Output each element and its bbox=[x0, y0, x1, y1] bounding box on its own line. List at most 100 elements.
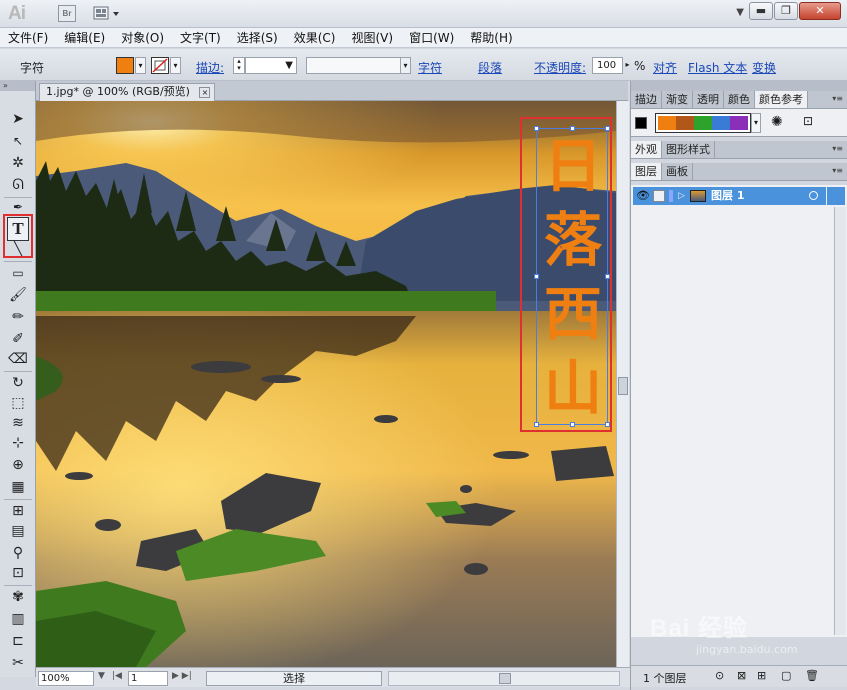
type-tool-highlight[interactable]: T ╲ bbox=[3, 214, 33, 258]
rotate-tool-icon[interactable]: ↻ bbox=[6, 373, 30, 393]
layers-scrollbar[interactable] bbox=[834, 207, 846, 635]
make-clipping-mask-icon[interactable]: ⊠ bbox=[737, 669, 746, 682]
scroll-thumb[interactable] bbox=[499, 673, 511, 684]
zoom-dropdown-icon[interactable]: ▼ bbox=[98, 671, 105, 681]
blob-brush-tool-icon[interactable]: ✐ bbox=[6, 329, 30, 349]
tab-color-guide[interactable]: 颜色参考 bbox=[755, 91, 808, 108]
perspective-grid-tool-icon[interactable]: ▦ bbox=[6, 477, 30, 497]
tab-transparency[interactable]: 透明 bbox=[693, 91, 724, 108]
fill-color-swatch[interactable] bbox=[116, 57, 134, 74]
harmony-color-chip[interactable] bbox=[730, 116, 748, 130]
tab-layers[interactable]: 图层 bbox=[631, 163, 662, 180]
resize-handle[interactable] bbox=[570, 126, 575, 131]
type-tool-icon[interactable]: T bbox=[7, 217, 29, 241]
menu-effect[interactable]: 效果(C) bbox=[286, 29, 344, 46]
character-link[interactable]: 字符 bbox=[418, 59, 442, 76]
fill-dropdown-icon[interactable]: ▾ bbox=[135, 57, 146, 74]
status-mode[interactable]: 选择 bbox=[206, 671, 382, 686]
resize-handle[interactable] bbox=[534, 422, 539, 427]
vertical-scrollbar[interactable] bbox=[616, 101, 629, 667]
paintbrush-tool-icon[interactable]: 🖌 bbox=[6, 285, 30, 305]
panel-menu-icon[interactable]: ▾≡ bbox=[832, 94, 843, 103]
harmony-color-chip[interactable] bbox=[712, 116, 730, 130]
variable-width-dropdown-icon[interactable]: ▾ bbox=[400, 57, 411, 74]
harmony-color-chip[interactable] bbox=[676, 116, 694, 130]
target-layer-icon[interactable] bbox=[809, 191, 818, 200]
stroke-color-swatch[interactable] bbox=[151, 57, 169, 74]
harmony-dropdown-icon[interactable]: ▾ bbox=[751, 113, 761, 133]
layer-name[interactable]: 图层 1 bbox=[711, 187, 744, 205]
free-transform-tool-icon[interactable]: ⊹ bbox=[6, 433, 30, 453]
warp-tool-icon[interactable]: ≋ bbox=[6, 413, 30, 433]
close-tab-icon[interactable]: × bbox=[199, 86, 211, 98]
layer-row[interactable]: 👁 ▷ 图层 1 bbox=[633, 187, 826, 205]
scroll-thumb[interactable] bbox=[618, 377, 628, 395]
pencil-tool-icon[interactable]: ✏ bbox=[6, 307, 30, 327]
resize-handle[interactable] bbox=[534, 126, 539, 131]
slice-tool-icon[interactable]: ✂ bbox=[6, 653, 30, 673]
opacity-field[interactable]: 100 bbox=[592, 57, 623, 74]
symbol-sprayer-tool-icon[interactable]: ✾ bbox=[6, 587, 30, 607]
artboard-canvas[interactable]: 日 落 西 山 bbox=[36, 101, 616, 667]
restore-button[interactable]: ❐ bbox=[774, 2, 798, 20]
direct-selection-tool-icon[interactable]: ↖ bbox=[6, 131, 30, 151]
column-graph-tool-icon[interactable]: ▥ bbox=[6, 609, 30, 629]
document-tab[interactable]: 1.jpg* @ 100% (RGB/预览) × bbox=[39, 83, 216, 101]
align-link[interactable]: 对齐 bbox=[653, 59, 677, 76]
next-artboard-icon[interactable]: ▶ ▶| bbox=[172, 671, 192, 681]
save-color-group-icon[interactable]: ⊡ bbox=[803, 114, 813, 128]
arrange-documents-button[interactable] bbox=[93, 5, 123, 22]
new-sublayer-icon[interactable]: ⊞ bbox=[757, 669, 766, 682]
close-window-button[interactable]: ✕ bbox=[799, 2, 841, 20]
opacity-link[interactable]: 不透明度: bbox=[534, 59, 586, 76]
selection-indicator[interactable] bbox=[827, 187, 845, 205]
resize-handle[interactable] bbox=[534, 274, 539, 279]
artboard-number-field[interactable]: 1 bbox=[128, 671, 168, 686]
stroke-weight-field[interactable]: ▼ bbox=[245, 57, 297, 74]
zoom-field[interactable]: 100% bbox=[38, 671, 94, 686]
stroke-weight-spinner[interactable]: ▴ ▾ bbox=[233, 57, 245, 74]
minimize-button[interactable]: ▬ bbox=[749, 2, 773, 20]
line-segment-tool-icon[interactable]: ╲ bbox=[5, 242, 31, 258]
eraser-tool-icon[interactable]: ⌫ bbox=[6, 349, 30, 369]
eyedropper-tool-icon[interactable]: ⚲ bbox=[6, 543, 30, 563]
magic-wand-tool-icon[interactable]: ✲ bbox=[6, 153, 30, 173]
gradient-tool-icon[interactable]: ▤ bbox=[6, 521, 30, 541]
selection-tool-icon[interactable]: ➤ bbox=[6, 109, 30, 129]
blend-tool-icon[interactable]: ⊡ bbox=[6, 563, 30, 583]
menu-select[interactable]: 选择(S) bbox=[229, 29, 286, 46]
tab-appearance[interactable]: 外观 bbox=[631, 141, 662, 158]
horizontal-scrollbar[interactable] bbox=[388, 671, 620, 686]
bridge-button[interactable]: Br bbox=[58, 5, 76, 22]
text-frame[interactable]: 日 落 西 山 bbox=[534, 126, 610, 427]
panel-menu-icon[interactable]: ▾≡ bbox=[832, 144, 843, 153]
harmony-color-strip[interactable] bbox=[655, 113, 751, 133]
tools-panel-grip-icon[interactable]: » bbox=[0, 81, 35, 91]
visibility-eye-icon[interactable]: 👁 bbox=[636, 187, 650, 205]
tab-color[interactable]: 颜色 bbox=[724, 91, 755, 108]
artboard-tool-icon[interactable]: ⊏ bbox=[6, 631, 30, 651]
harmony-color-chip[interactable] bbox=[694, 116, 712, 130]
expand-layer-icon[interactable]: ▷ bbox=[678, 187, 685, 205]
flash-text-link[interactable]: Flash 文本 bbox=[688, 59, 747, 76]
resize-handle[interactable] bbox=[605, 274, 610, 279]
opacity-arrow-icon[interactable]: ▸ bbox=[622, 57, 633, 74]
menu-type[interactable]: 文字(T) bbox=[172, 29, 229, 46]
transform-link[interactable]: 变换 bbox=[752, 59, 776, 76]
new-layer-icon[interactable]: ▢ bbox=[781, 669, 791, 682]
lasso-tool-icon[interactable]: ᘏ bbox=[6, 175, 30, 195]
tab-stroke[interactable]: 描边 bbox=[631, 91, 662, 108]
tab-artboards[interactable]: 画板 bbox=[662, 163, 693, 180]
color-wheel-icon[interactable]: ✺ bbox=[771, 114, 783, 130]
variable-width-field[interactable] bbox=[306, 57, 401, 74]
paragraph-link[interactable]: 段落 bbox=[478, 59, 502, 76]
stroke-link[interactable]: 描边: bbox=[196, 59, 224, 76]
panel-dock-grip[interactable] bbox=[631, 81, 847, 91]
panel-menu-icon[interactable]: ▾≡ bbox=[832, 166, 843, 175]
harmony-color-chip[interactable] bbox=[658, 116, 676, 130]
resize-handle[interactable] bbox=[605, 422, 610, 427]
resize-handle[interactable] bbox=[605, 126, 610, 131]
menu-view[interactable]: 视图(V) bbox=[343, 29, 401, 46]
stroke-dropdown-icon[interactable]: ▾ bbox=[170, 57, 181, 74]
base-color-swatch[interactable] bbox=[635, 117, 647, 129]
